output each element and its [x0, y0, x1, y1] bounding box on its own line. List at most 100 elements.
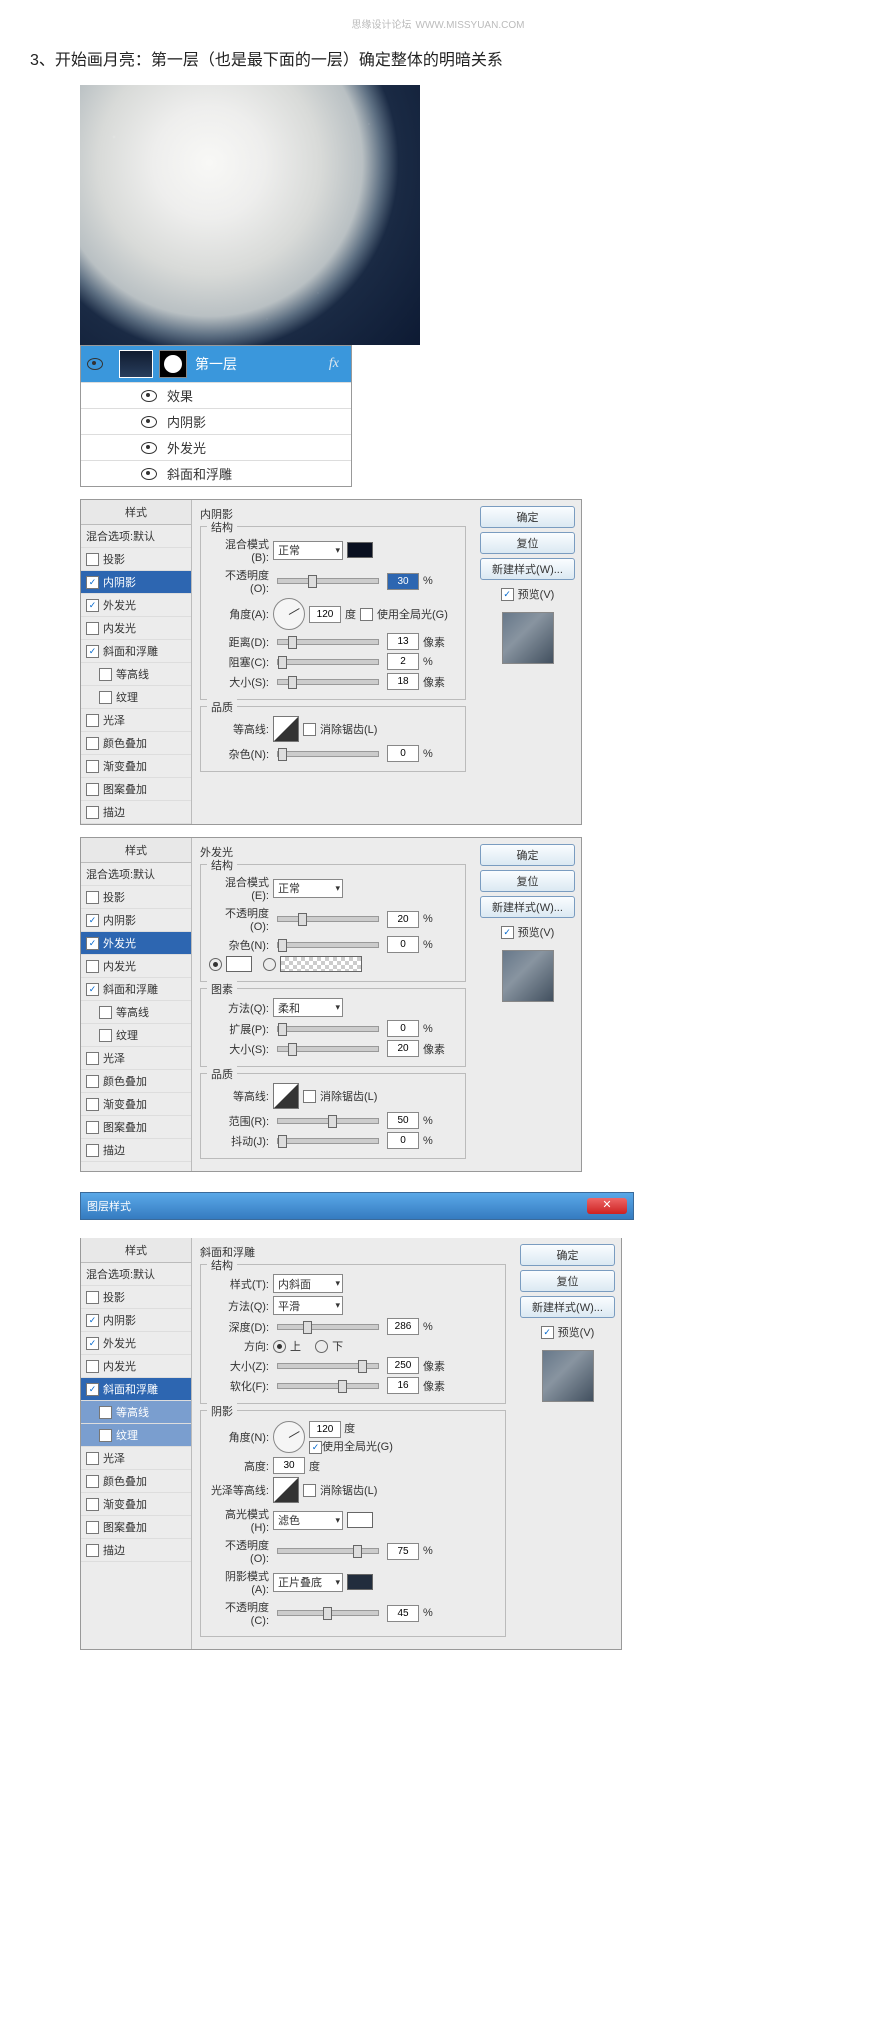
- eye-icon[interactable]: [141, 416, 157, 428]
- checkbox[interactable]: [86, 783, 99, 796]
- style-drop-shadow[interactable]: 投影: [81, 886, 191, 909]
- style-bevel[interactable]: ✓斜面和浮雕: [81, 1378, 191, 1401]
- noise-slider[interactable]: [277, 942, 379, 948]
- soften-input[interactable]: [387, 1377, 419, 1394]
- reset-button[interactable]: 复位: [480, 870, 575, 892]
- color-swatch[interactable]: [347, 542, 373, 558]
- glow-grad-radio[interactable]: [263, 958, 276, 971]
- reset-button[interactable]: 复位: [520, 1270, 615, 1292]
- style-color-overlay[interactable]: 颜色叠加: [81, 1470, 191, 1493]
- opacity-input[interactable]: [387, 911, 419, 928]
- style-gloss[interactable]: 光泽: [81, 1047, 191, 1070]
- checkbox[interactable]: [86, 553, 99, 566]
- antialias-cb[interactable]: [303, 723, 316, 736]
- spread-input[interactable]: [387, 653, 419, 670]
- style-drop-shadow[interactable]: 投影: [81, 1286, 191, 1309]
- new-style-button[interactable]: 新建样式(W)...: [480, 558, 575, 580]
- size-slider[interactable]: [277, 679, 379, 685]
- checkbox[interactable]: [99, 668, 112, 681]
- contour-picker[interactable]: [273, 1083, 299, 1109]
- depth-slider[interactable]: [277, 1324, 379, 1330]
- eye-icon[interactable]: [141, 442, 157, 454]
- style-gloss[interactable]: 光泽: [81, 709, 191, 732]
- new-style-button[interactable]: 新建样式(W)...: [520, 1296, 615, 1318]
- size-slider[interactable]: [277, 1046, 379, 1052]
- shadow-color[interactable]: [347, 1574, 373, 1590]
- blend-options[interactable]: 混合选项:默认: [81, 525, 191, 548]
- preview-toggle[interactable]: ✓预览(V): [480, 586, 575, 602]
- noise-input[interactable]: [387, 936, 419, 953]
- reset-button[interactable]: 复位: [480, 532, 575, 554]
- style-contour[interactable]: 等高线: [81, 663, 191, 686]
- fx-item-inner-shadow[interactable]: 内阴影: [81, 408, 351, 434]
- checkbox[interactable]: ✓: [86, 599, 99, 612]
- style-pattern-overlay[interactable]: 图案叠加: [81, 778, 191, 801]
- style-inner-shadow[interactable]: ✓内阴影: [81, 571, 191, 594]
- style-grad-overlay[interactable]: 渐变叠加: [81, 755, 191, 778]
- opacity-slider[interactable]: [277, 916, 379, 922]
- style-drop-shadow[interactable]: 投影: [81, 548, 191, 571]
- style-inner-shadow[interactable]: ✓内阴影: [81, 1309, 191, 1332]
- altitude-input[interactable]: [273, 1457, 305, 1474]
- global-light-cb[interactable]: ✓: [309, 1441, 322, 1454]
- size-input[interactable]: [387, 1357, 419, 1374]
- method-select[interactable]: 平滑: [273, 1296, 343, 1315]
- spread-slider[interactable]: [277, 1026, 379, 1032]
- method-select[interactable]: 柔和: [273, 998, 343, 1017]
- noise-slider[interactable]: [277, 751, 379, 757]
- s-opacity-slider[interactable]: [277, 1610, 379, 1616]
- style-inner-shadow[interactable]: ✓内阴影: [81, 909, 191, 932]
- shadow-mode-select[interactable]: 正片叠底: [273, 1573, 343, 1592]
- style-color-overlay[interactable]: 颜色叠加: [81, 732, 191, 755]
- noise-input[interactable]: [387, 745, 419, 762]
- angle-input[interactable]: [309, 1421, 341, 1438]
- glow-color[interactable]: [226, 956, 252, 972]
- aa-cb[interactable]: [303, 1090, 316, 1103]
- style-pattern-overlay[interactable]: 图案叠加: [81, 1116, 191, 1139]
- style-outer-glow[interactable]: ✓外发光: [81, 594, 191, 617]
- style-contour[interactable]: 等高线: [81, 1001, 191, 1024]
- blend-options[interactable]: 混合选项:默认: [81, 863, 191, 886]
- range-input[interactable]: [387, 1112, 419, 1129]
- size-slider[interactable]: [277, 1363, 379, 1369]
- fx-item-bevel[interactable]: 斜面和浮雕: [81, 460, 351, 486]
- depth-input[interactable]: [387, 1318, 419, 1335]
- checkbox[interactable]: [86, 714, 99, 727]
- jitter-input[interactable]: [387, 1132, 419, 1149]
- ok-button[interactable]: 确定: [520, 1244, 615, 1266]
- style-stroke[interactable]: 描边: [81, 1539, 191, 1562]
- style-pattern-overlay[interactable]: 图案叠加: [81, 1516, 191, 1539]
- size-input[interactable]: [387, 673, 419, 690]
- fx-item-outer-glow[interactable]: 外发光: [81, 434, 351, 460]
- style-color-overlay[interactable]: 颜色叠加: [81, 1070, 191, 1093]
- blend-mode-select[interactable]: 正常: [273, 541, 343, 560]
- angle-dial[interactable]: [273, 1421, 305, 1453]
- distance-slider[interactable]: [277, 639, 379, 645]
- dir-down-radio[interactable]: [315, 1340, 328, 1353]
- style-bevel[interactable]: ✓斜面和浮雕: [81, 978, 191, 1001]
- style-outer-glow[interactable]: ✓外发光: [81, 932, 191, 955]
- new-style-button[interactable]: 新建样式(W)...: [480, 896, 575, 918]
- style-texture[interactable]: 纹理: [81, 1024, 191, 1047]
- layer-row[interactable]: 第一层 fx: [81, 346, 351, 382]
- highlight-color[interactable]: [347, 1512, 373, 1528]
- style-contour[interactable]: 等高线: [81, 1401, 191, 1424]
- ok-button[interactable]: 确定: [480, 844, 575, 866]
- checkbox[interactable]: [86, 737, 99, 750]
- opacity-input[interactable]: [387, 573, 419, 590]
- style-gloss[interactable]: 光泽: [81, 1447, 191, 1470]
- opacity-slider[interactable]: [277, 578, 379, 584]
- jitter-slider[interactable]: [277, 1138, 379, 1144]
- style-outer-glow[interactable]: ✓外发光: [81, 1332, 191, 1355]
- preview-toggle[interactable]: ✓预览(V): [480, 924, 575, 940]
- blend-mode-select[interactable]: 正常: [273, 879, 343, 898]
- range-slider[interactable]: [277, 1118, 379, 1124]
- style-select[interactable]: 内斜面: [273, 1274, 343, 1293]
- checkbox[interactable]: [86, 760, 99, 773]
- style-grad-overlay[interactable]: 渐变叠加: [81, 1093, 191, 1116]
- checkbox[interactable]: [99, 691, 112, 704]
- fx-indicator[interactable]: fx: [329, 356, 345, 372]
- angle-input[interactable]: [309, 606, 341, 623]
- close-button[interactable]: ✕: [587, 1198, 627, 1214]
- ok-button[interactable]: 确定: [480, 506, 575, 528]
